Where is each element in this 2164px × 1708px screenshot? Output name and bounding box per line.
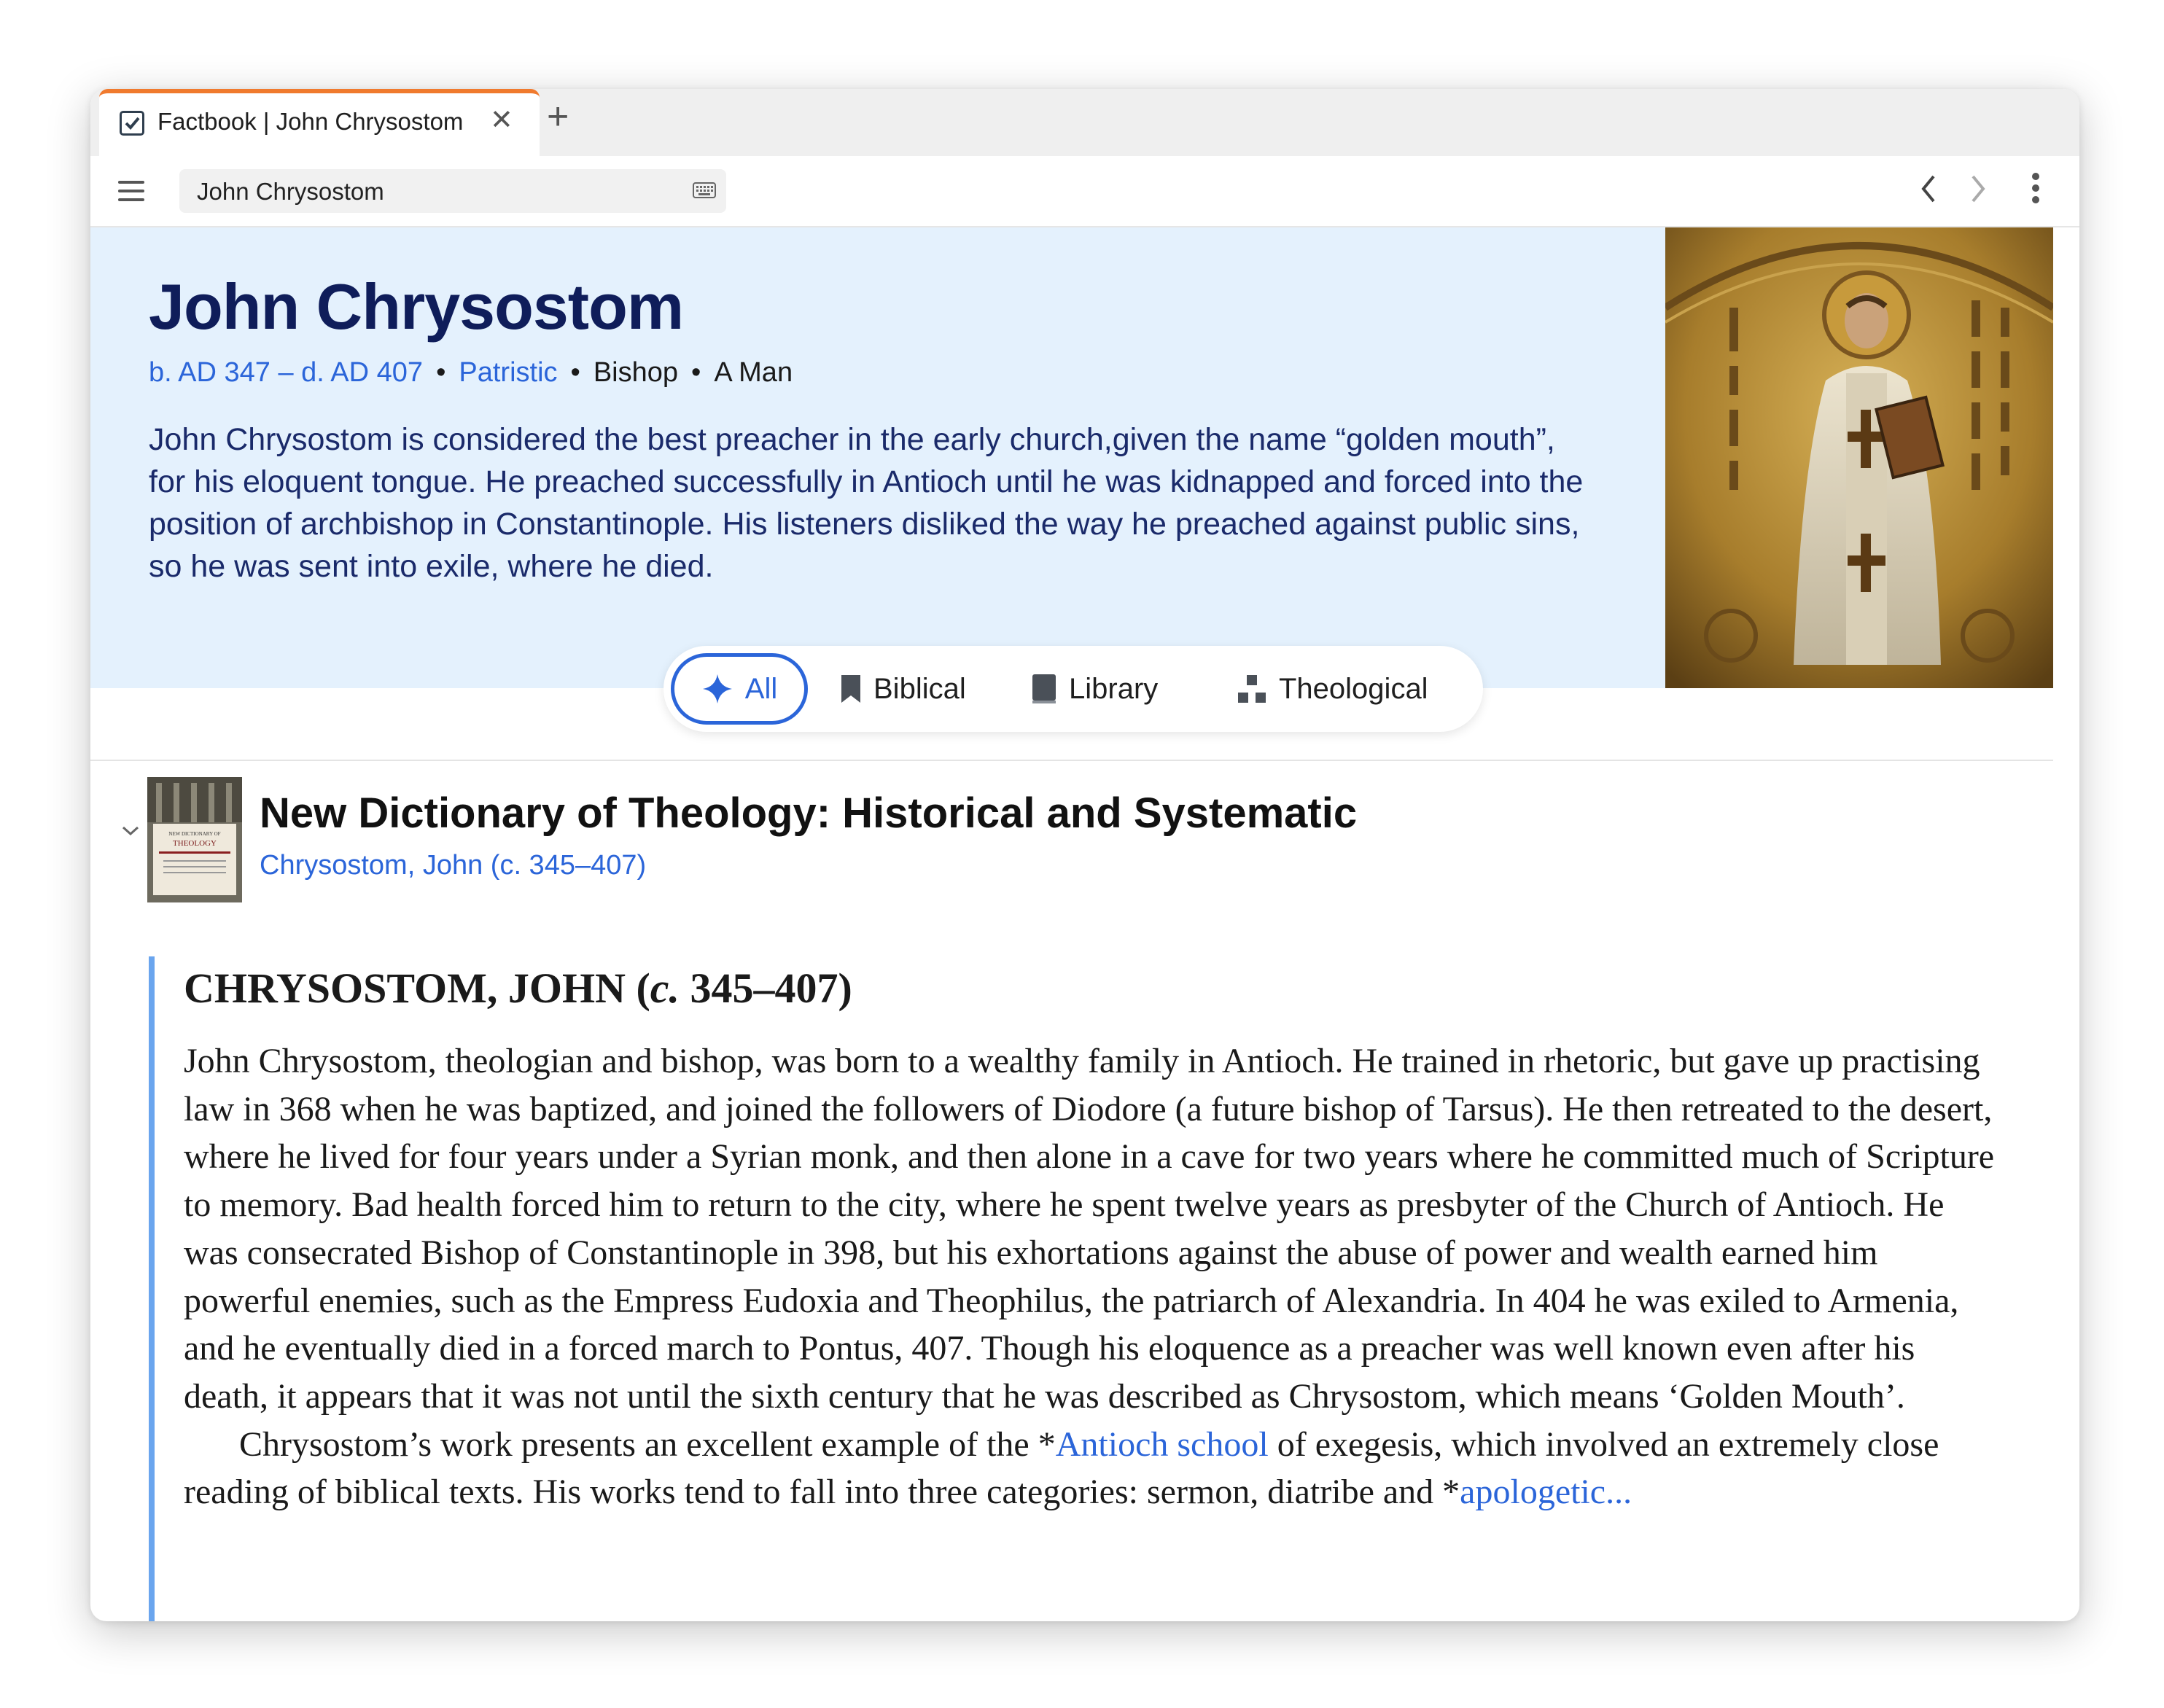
filter-biblical-label: Biblical — [873, 672, 966, 705]
filter-library-label: Library — [1069, 672, 1159, 705]
entity-kind: A Man — [714, 357, 793, 388]
toolbar: John Chrysostom — [90, 156, 2079, 227]
blocks-icon — [1238, 675, 1266, 703]
entity-era-link[interactable]: Patristic — [459, 357, 557, 388]
book-cover-image[interactable]: NEW DICTIONARY OF THEOLOGY — [147, 777, 242, 902]
article-paragraph-2: Chrysostom’s work presents an excellent … — [184, 1424, 1939, 1512]
entity-header: John Chrysostom b. AD 347 – d. AD 407 • Pa… — [90, 227, 1665, 688]
resource-title[interactable]: New Dictionary of Theology: Historical a… — [260, 789, 1357, 838]
resource-subtitle-link[interactable]: Chrysostom, John (c. 345–407) — [260, 850, 646, 881]
entity-role: Bishop — [593, 357, 679, 388]
app-window: Factbook | John Chrysostom ✕ + John Chry… — [90, 89, 2079, 1621]
forward-icon[interactable] — [1967, 172, 1989, 206]
antioch-school-link[interactable]: Antioch school — [1056, 1425, 1269, 1464]
entity-name: John Chrysostom — [149, 270, 684, 343]
chevron-down-icon[interactable] — [121, 825, 140, 837]
excerpt-bar — [149, 956, 155, 1621]
section-divider — [90, 760, 2053, 761]
filter-theological[interactable]: Theological — [1237, 646, 1428, 732]
back-icon[interactable] — [1918, 172, 1939, 206]
checkbox-icon — [120, 111, 144, 136]
tab-bar: Factbook | John Chrysostom ✕ + — [90, 89, 2079, 156]
article-paragraph-1: John Chrysostom, theologian and bishop, … — [184, 1042, 1995, 1416]
tab-factbook[interactable]: Factbook | John Chrysostom ✕ — [99, 89, 540, 156]
book-icon — [1032, 674, 1056, 703]
sparkle-icon — [702, 674, 732, 703]
close-icon[interactable]: ✕ — [490, 104, 513, 136]
more-options-icon[interactable] — [2031, 171, 2040, 206]
filter-library[interactable]: Library — [1031, 646, 1158, 732]
cover-line2: THEOLOGY — [173, 839, 217, 848]
article-body: John Chrysostom, theologian and bishop, … — [184, 1037, 2007, 1516]
filter-all-label: All — [744, 672, 778, 705]
keyboard-icon[interactable] — [693, 182, 716, 198]
meta-separator: • — [436, 357, 446, 388]
cover-line1: NEW DICTIONARY OF — [168, 831, 220, 837]
apologetic-link[interactable]: apologetic... — [1460, 1473, 1632, 1511]
article-heading: CHRYSOSTOM, JOHN (c. 345–407) — [184, 964, 852, 1012]
filter-all[interactable]: All — [671, 653, 808, 725]
entity-meta: b. AD 347 – d. AD 407 • Patristic • Bishop • A… — [149, 357, 793, 389]
mosaic-portrait-image — [1665, 227, 2053, 688]
filter-bar: All Biblical Library Theological — [663, 646, 1483, 732]
meta-separator: • — [570, 357, 580, 388]
new-tab-button[interactable]: + — [547, 95, 569, 139]
search-input[interactable]: John Chrysostom — [179, 169, 726, 213]
meta-separator: • — [691, 357, 701, 388]
tab-title: Factbook | John Chrysostom — [157, 108, 464, 135]
bookmark-icon — [841, 675, 860, 703]
filter-theological-label: Theological — [1279, 672, 1428, 705]
search-value: John Chrysostom — [197, 178, 384, 205]
hamburger-menu-icon[interactable] — [118, 181, 144, 201]
article-excerpt: CHRYSOSTOM, JOHN (c. 345–407) John Chrys… — [184, 956, 2007, 1516]
entity-dates-link[interactable]: b. AD 347 – d. AD 407 — [149, 357, 423, 388]
entity-description: John Chrysostom is considered the best p… — [149, 422, 1584, 584]
filter-biblical[interactable]: Biblical — [840, 646, 966, 732]
